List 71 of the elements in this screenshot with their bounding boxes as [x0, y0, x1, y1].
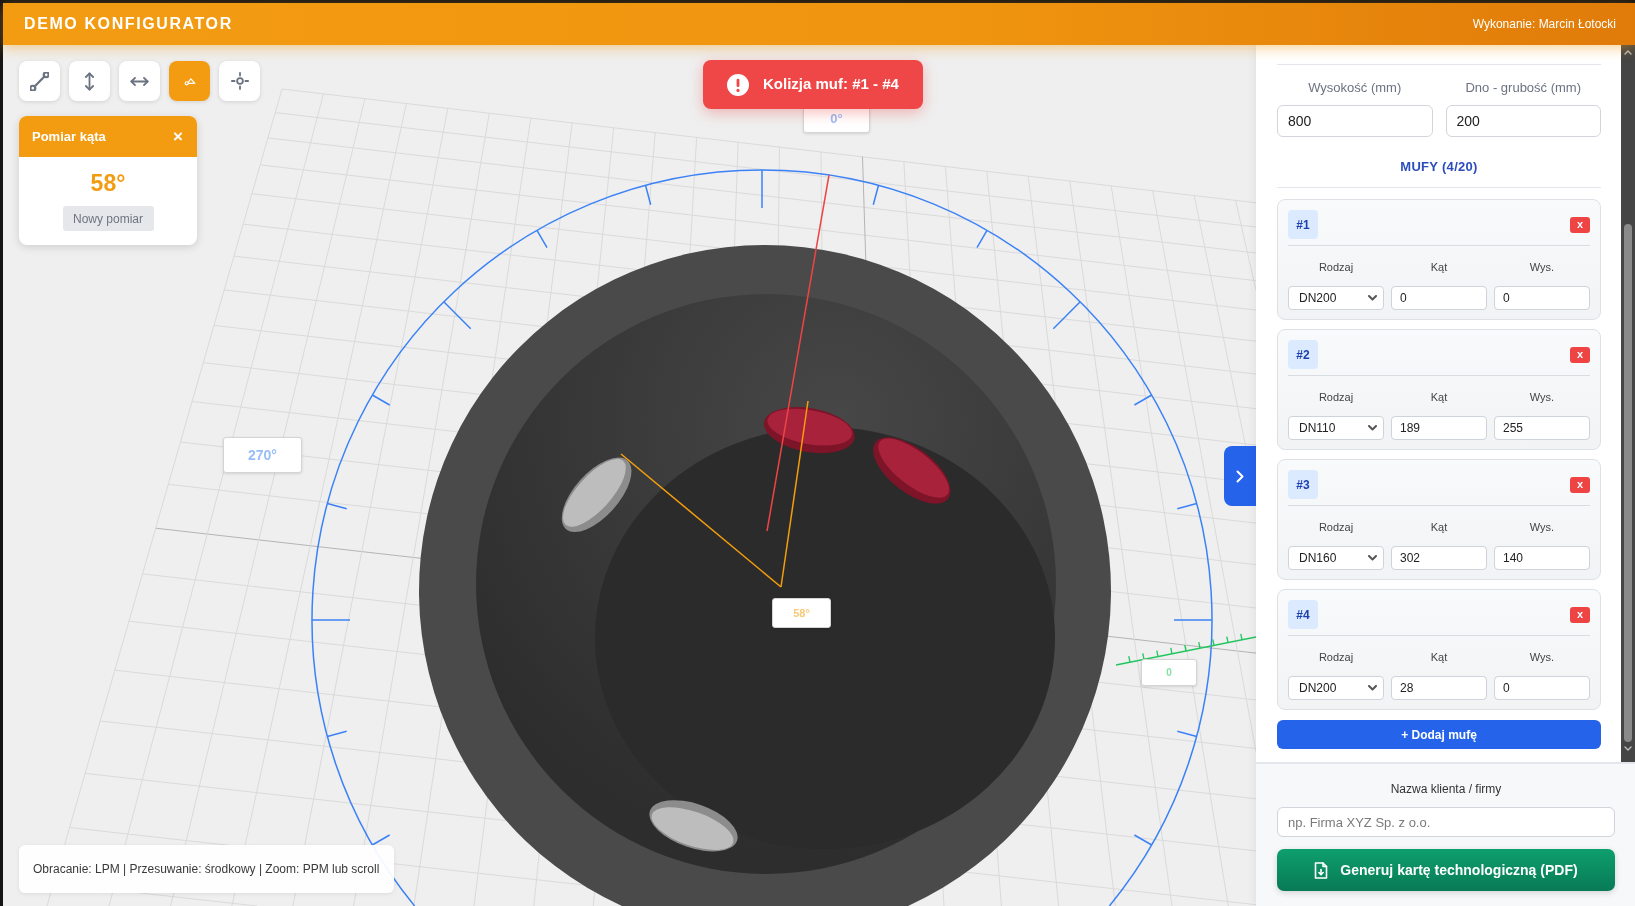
panel-toggle-button[interactable] — [1224, 446, 1256, 506]
field-label: Rodzaj — [1317, 390, 1355, 404]
field-label: Wys. — [1528, 390, 1556, 404]
tool-button[interactable] — [219, 61, 260, 101]
caret-down-icon — [1368, 295, 1377, 301]
angle-value: 58° — [90, 169, 126, 197]
tool-button[interactable] — [19, 61, 60, 101]
muff-height-input[interactable]: 0 — [1494, 676, 1590, 700]
muff-height-input[interactable]: 0 — [1494, 286, 1590, 310]
angle-input[interactable]: 0 — [1391, 286, 1487, 310]
socket-number-tag: #2 — [1288, 340, 1318, 369]
author-credit: Wykonanie: Marcin Łotocki — [1472, 16, 1616, 33]
caret-down-icon — [1368, 425, 1377, 431]
angle-input[interactable]: 28 — [1391, 676, 1487, 700]
alert-icon — [727, 73, 749, 96]
height-input[interactable]: 800 — [1277, 105, 1433, 137]
field-label: Rodzaj — [1317, 520, 1355, 534]
field-label: Rodzaj — [1317, 650, 1355, 664]
crosshair-icon — [230, 72, 249, 90]
caret-down-icon — [1368, 555, 1377, 561]
type-select[interactable]: DN200 — [1288, 676, 1384, 700]
scrollbar-thumb[interactable] — [1624, 224, 1632, 742]
line-segment-icon — [30, 71, 49, 91]
field-label: Kąt — [1429, 260, 1449, 274]
add-socket-button[interactable]: + Dodaj mufę — [1277, 720, 1601, 749]
horizontal-arrows-icon — [130, 76, 149, 86]
tool-button[interactable] — [119, 61, 160, 101]
remove-button[interactable]: x — [1570, 216, 1590, 233]
field-label: Wys. — [1528, 650, 1556, 664]
tool-button[interactable] — [69, 61, 110, 101]
field-label: Wys. — [1528, 260, 1556, 274]
file-download-icon — [1314, 861, 1329, 879]
chevron-right-icon — [1236, 469, 1244, 483]
remove-button[interactable]: x — [1570, 346, 1590, 363]
socket-number-tag: #4 — [1288, 600, 1318, 629]
panel-title: Pomiar kąta — [32, 127, 106, 146]
type-select[interactable]: DN200 — [1288, 286, 1384, 310]
angle-icon — [183, 76, 196, 86]
chevron-up-icon — [1624, 50, 1632, 55]
app-title: DEMO KONFIGURATOR — [24, 14, 233, 34]
scrollbar[interactable] — [1621, 45, 1635, 762]
alert-message: Kolizja muf: #1 - #4 — [763, 74, 899, 95]
field-label: Kąt — [1429, 650, 1449, 664]
socket-number-tag: #1 — [1288, 210, 1318, 239]
client-name-input[interactable]: np. Firma XYZ Sp. z o.o. — [1277, 807, 1615, 837]
field-label: Rodzaj — [1317, 260, 1355, 274]
muff-height-input[interactable]: 140 — [1494, 546, 1590, 570]
type-select[interactable]: DN160 — [1288, 546, 1384, 570]
measured-angle-label: 58° — [772, 598, 831, 628]
field-label: Nazwa klienta / firmy — [1389, 782, 1503, 796]
socket-number-tag: #3 — [1288, 470, 1318, 499]
angle-label: 270° — [223, 437, 302, 473]
field-label: Kąt — [1429, 390, 1449, 404]
vertical-arrows-icon — [85, 71, 94, 91]
axis-label: 0 — [1141, 659, 1197, 686]
controls-hint: Obracanie: LPM | Przesuwanie: środkowy | Zoom: PPM lub scroll — [19, 845, 394, 893]
remove-button[interactable]: x — [1570, 606, 1590, 623]
angle-input[interactable]: 302 — [1391, 546, 1487, 570]
field-label: Kąt — [1429, 520, 1449, 534]
field-label: Dno - grubość (mm) — [1464, 80, 1583, 96]
remove-button[interactable]: x — [1570, 476, 1590, 493]
caret-down-icon — [1368, 685, 1377, 691]
field-label: Wys. — [1528, 520, 1556, 534]
field-label: Wysokość (mm) — [1307, 80, 1403, 96]
section-title: MUFY (4/20) — [1399, 159, 1479, 175]
bottom-thickness-input[interactable]: 200 — [1445, 105, 1601, 137]
type-select[interactable]: DN110 — [1288, 416, 1384, 440]
angle-input[interactable]: 189 — [1391, 416, 1487, 440]
muff-height-input[interactable]: 255 — [1494, 416, 1590, 440]
generate-pdf-button[interactable]: Generuj kartę technologiczną (PDF) — [1277, 849, 1615, 891]
chevron-down-icon — [1624, 746, 1632, 751]
